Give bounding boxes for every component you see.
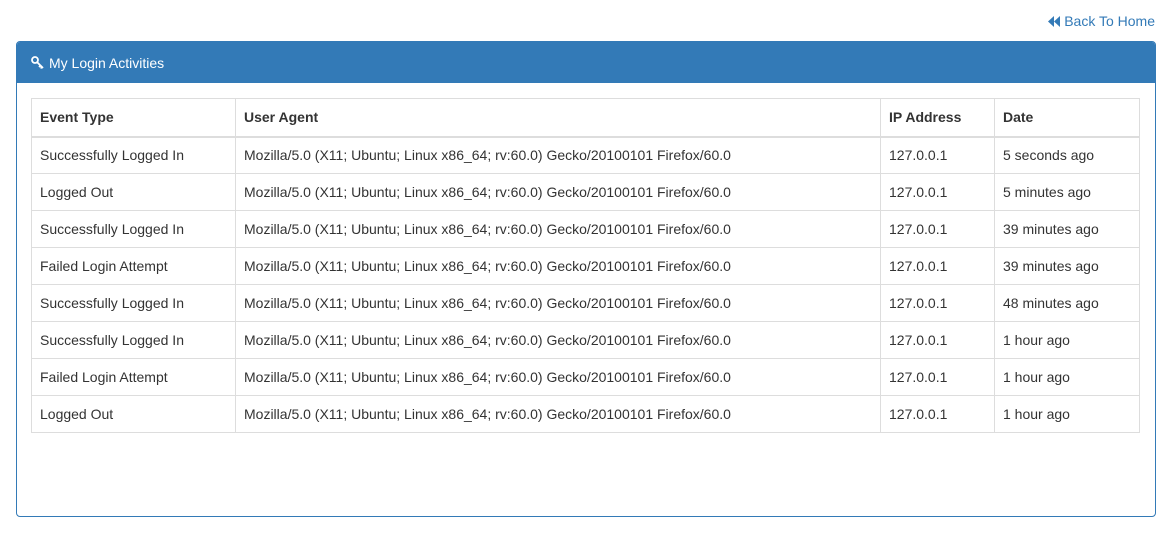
table-row: Successfully Logged In Mozilla/5.0 (X11;… — [31, 210, 1140, 248]
user-agent-cell: Mozilla/5.0 (X11; Ubuntu; Linux x86_64; … — [235, 173, 881, 211]
user-agent-cell: Mozilla/5.0 (X11; Ubuntu; Linux x86_64; … — [235, 321, 881, 359]
date-cell: 48 minutes ago — [994, 284, 1140, 322]
back-to-home-label: Back To Home — [1064, 13, 1155, 29]
event-type-cell: Logged Out — [31, 173, 236, 211]
table-row: Logged Out Mozilla/5.0 (X11; Ubuntu; Lin… — [31, 395, 1140, 433]
date-cell: 1 hour ago — [994, 358, 1140, 396]
ip-address-cell: 127.0.0.1 — [880, 321, 995, 359]
date-cell: 39 minutes ago — [994, 247, 1140, 285]
event-type-cell: Failed Login Attempt — [31, 358, 236, 396]
date-cell: 1 hour ago — [994, 395, 1140, 433]
date-cell: 5 minutes ago — [994, 173, 1140, 211]
table-row: Logged Out Mozilla/5.0 (X11; Ubuntu; Lin… — [31, 173, 1140, 211]
user-agent-cell: Mozilla/5.0 (X11; Ubuntu; Linux x86_64; … — [235, 247, 881, 285]
column-header-date: Date — [994, 98, 1140, 138]
table-row: Failed Login Attempt Mozilla/5.0 (X11; U… — [31, 247, 1140, 285]
key-icon — [31, 56, 44, 69]
date-cell: 39 minutes ago — [994, 210, 1140, 248]
user-agent-cell: Mozilla/5.0 (X11; Ubuntu; Linux x86_64; … — [235, 395, 881, 433]
login-activities-table: Event Type User Agent IP Address Date Su… — [31, 98, 1140, 433]
ip-address-cell: 127.0.0.1 — [880, 210, 995, 248]
event-type-cell: Successfully Logged In — [31, 210, 236, 248]
panel-title: My Login Activities — [49, 54, 165, 71]
user-agent-cell: Mozilla/5.0 (X11; Ubuntu; Linux x86_64; … — [235, 358, 881, 396]
login-activities-panel: My Login Activities Event Type User Agen… — [16, 41, 1156, 517]
user-agent-cell: Mozilla/5.0 (X11; Ubuntu; Linux x86_64; … — [235, 136, 881, 174]
top-bar: Back To Home — [1048, 11, 1155, 31]
column-header-ip-address: IP Address — [880, 98, 995, 138]
column-header-user-agent: User Agent — [235, 98, 881, 138]
ip-address-cell: 127.0.0.1 — [880, 136, 995, 174]
ip-address-cell: 127.0.0.1 — [880, 284, 995, 322]
user-agent-cell: Mozilla/5.0 (X11; Ubuntu; Linux x86_64; … — [235, 210, 881, 248]
event-type-cell: Successfully Logged In — [31, 284, 236, 322]
event-type-cell: Logged Out — [31, 395, 236, 433]
panel-heading: My Login Activities — [17, 42, 1155, 83]
event-type-cell: Successfully Logged In — [31, 136, 236, 174]
table-row: Successfully Logged In Mozilla/5.0 (X11;… — [31, 136, 1140, 174]
ip-address-cell: 127.0.0.1 — [880, 358, 995, 396]
table-row: Successfully Logged In Mozilla/5.0 (X11;… — [31, 321, 1140, 359]
ip-address-cell: 127.0.0.1 — [880, 173, 995, 211]
panel-body: Event Type User Agent IP Address Date Su… — [17, 83, 1155, 433]
ip-address-cell: 127.0.0.1 — [880, 395, 995, 433]
table-header-row: Event Type User Agent IP Address Date — [31, 98, 1140, 138]
back-to-home-link[interactable]: Back To Home — [1048, 13, 1155, 29]
column-header-event-type: Event Type — [31, 98, 236, 138]
ip-address-cell: 127.0.0.1 — [880, 247, 995, 285]
table-row: Successfully Logged In Mozilla/5.0 (X11;… — [31, 284, 1140, 322]
user-agent-cell: Mozilla/5.0 (X11; Ubuntu; Linux x86_64; … — [235, 284, 881, 322]
date-cell: 1 hour ago — [994, 321, 1140, 359]
backward-icon — [1048, 15, 1061, 27]
event-type-cell: Failed Login Attempt — [31, 247, 236, 285]
event-type-cell: Successfully Logged In — [31, 321, 236, 359]
table-row: Failed Login Attempt Mozilla/5.0 (X11; U… — [31, 358, 1140, 396]
date-cell: 5 seconds ago — [994, 136, 1140, 174]
